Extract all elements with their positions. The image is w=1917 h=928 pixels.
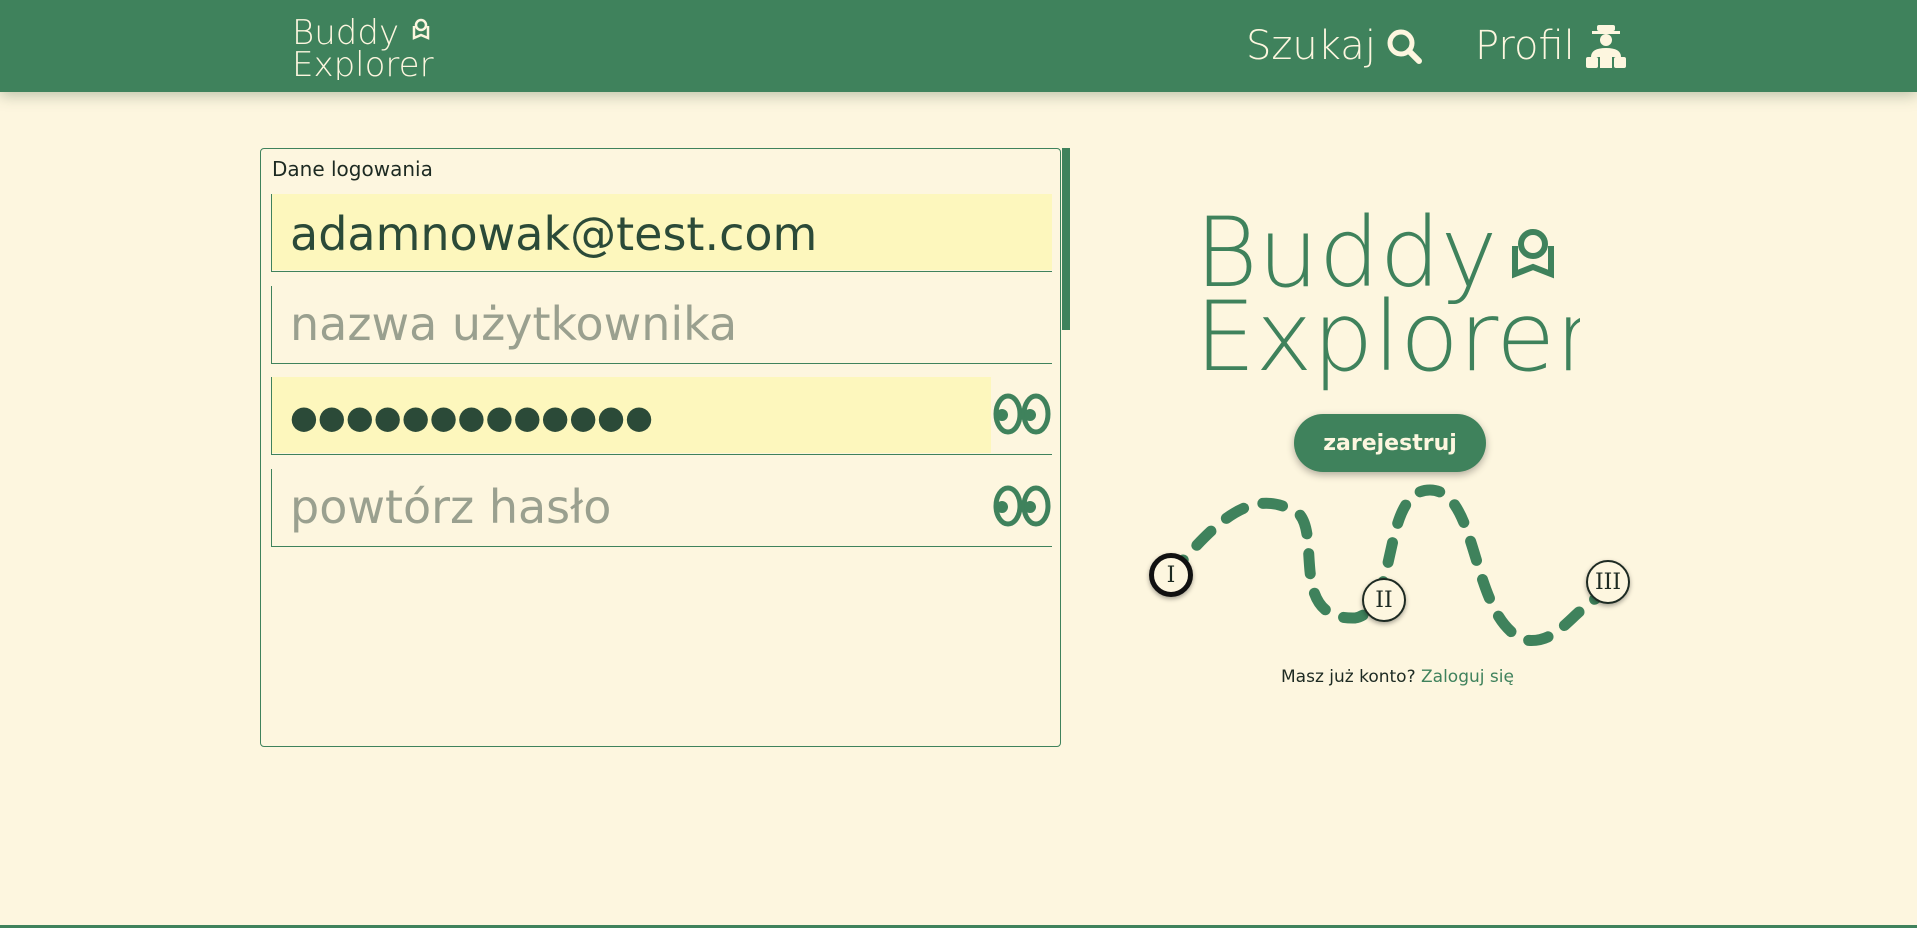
buddy-explorer-logo[interactable]: Buddy Explorer	[292, 12, 442, 80]
login-link[interactable]: Zaloguj się	[1421, 667, 1514, 687]
username-input[interactable]	[290, 286, 990, 362]
eyes-icon[interactable]	[992, 483, 1052, 529]
register-button[interactable]: zarejestruj	[1294, 414, 1486, 472]
map-pin-icon	[1512, 229, 1554, 279]
login-prompt: Masz już konto? Zaloguj się	[1281, 667, 1514, 687]
nav-profile-link[interactable]: Profil	[1475, 18, 1629, 74]
password-field[interactable]: ●●●●●●●●●●●●●	[271, 377, 1052, 455]
nav-search-label: Szukaj	[1246, 23, 1376, 69]
scrollbar-thumb[interactable]	[1062, 148, 1070, 330]
nav-profile-label: Profil	[1475, 23, 1575, 69]
password-mask[interactable]: ●●●●●●●●●●●●●	[290, 377, 653, 453]
username-field[interactable]	[271, 286, 1052, 364]
top-navbar: Buddy Explorer Szukaj Profil	[0, 0, 1917, 92]
logo-line2: Explorer	[292, 45, 434, 80]
step-indicator-2: II	[1362, 578, 1406, 622]
fieldset-legend: Dane logowania	[272, 157, 433, 181]
step-indicator-1: I	[1149, 553, 1193, 597]
progress-path	[1164, 484, 1616, 646]
explorer-avatar-icon	[1585, 25, 1626, 68]
login-data-fieldset: Dane logowania adamnowak@test.com ●●●●●●…	[260, 148, 1061, 747]
step-indicator-3: III	[1586, 560, 1630, 604]
map-pin-icon	[412, 18, 430, 40]
password-repeat-field[interactable]	[271, 469, 1052, 547]
eyes-icon[interactable]	[992, 391, 1052, 437]
search-icon	[1387, 29, 1422, 64]
buddy-explorer-logo-large: Buddy Explorer	[1195, 198, 1580, 393]
password-repeat-input[interactable]	[290, 469, 990, 545]
nav-search-link[interactable]: Szukaj	[1246, 18, 1424, 74]
email-value[interactable]: adamnowak@test.com	[290, 194, 817, 270]
email-field[interactable]: adamnowak@test.com	[271, 194, 1052, 272]
login-prompt-text: Masz już konto?	[1281, 667, 1416, 687]
logo-line2: Explorer	[1195, 281, 1580, 393]
